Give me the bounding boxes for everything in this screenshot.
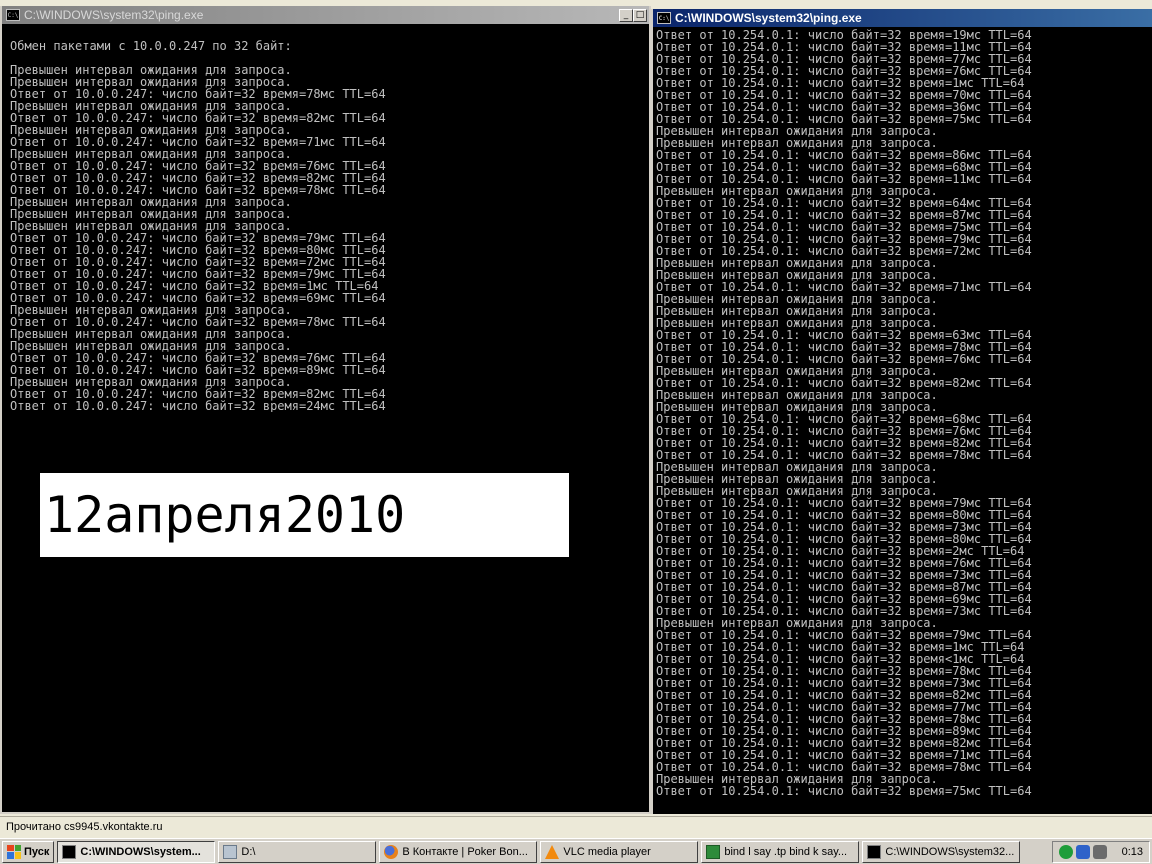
volume-icon[interactable]: [1092, 844, 1107, 859]
start-button[interactable]: Пуск: [2, 840, 55, 863]
minimize-button[interactable]: _: [619, 8, 633, 22]
taskbar-button-vlc[interactable]: VLC media player: [540, 840, 699, 863]
drive-icon: [223, 844, 238, 859]
ping-window-right[interactable]: C:\ C:\WINDOWS\system32\ping.exe Ответ о…: [651, 9, 1152, 814]
console-output: Ответ от 10.254.0.1: число байт=32 время…: [653, 27, 1152, 797]
cmd-icon: C:\: [657, 12, 671, 24]
taskbar-button-cmd-1[interactable]: C:\WINDOWS\system...: [57, 840, 216, 863]
ping-window-left[interactable]: C:\ C:\WINDOWS\system32\ping.exe _ □ Обм…: [0, 6, 651, 814]
taskbar-button-label: D:\: [241, 845, 256, 858]
console-output: Обмен пакетами с 10.0.0.247 по 32 байт: …: [2, 24, 649, 412]
firefox-icon: [384, 844, 399, 859]
taskbar: Пуск C:\WINDOWS\system... D:\ В Контакте…: [0, 838, 1152, 864]
system-tray: 0:13: [1051, 840, 1150, 863]
cmd-icon: [867, 844, 882, 859]
taskbar-button-label: C:\WINDOWS\system32...: [885, 845, 1015, 858]
network-icon[interactable]: [1075, 844, 1090, 859]
notepad-icon: [706, 844, 721, 859]
cmd-icon: [62, 844, 77, 859]
status-bar: Прочитано cs9945.vkontakte.ru: [0, 816, 1152, 838]
taskbar-button-label: bind l say .tp bind k say...: [724, 845, 848, 858]
window-title: C:\WINDOWS\system32\ping.exe: [24, 8, 204, 22]
clock[interactable]: 0:13: [1122, 846, 1143, 858]
window-title: C:\WINDOWS\system32\ping.exe: [675, 11, 862, 25]
taskbar-button-cmd-2[interactable]: C:\WINDOWS\system32...: [862, 840, 1021, 863]
start-label: Пуск: [24, 845, 50, 858]
taskbar-button-drive[interactable]: D:\: [218, 840, 377, 863]
taskbar-button-notepad[interactable]: bind l say .tp bind k say...: [701, 840, 860, 863]
cmd-icon: C:\: [6, 9, 20, 21]
date-overlay: 12апреля2010: [40, 473, 569, 557]
status-text: Прочитано cs9945.vkontakte.ru: [6, 821, 163, 833]
console-line: Ответ от 10.254.0.1: число байт=32 время…: [656, 784, 1032, 797]
taskbar-button-browser[interactable]: В Контакте | Poker Bon...: [379, 840, 538, 863]
status-icon[interactable]: [1058, 844, 1073, 859]
vlc-icon: [545, 844, 560, 859]
taskbar-button-label: В Контакте | Poker Bon...: [402, 845, 528, 858]
taskbar-button-label: VLC media player: [563, 845, 651, 858]
title-bar-left[interactable]: C:\ C:\WINDOWS\system32\ping.exe _ □: [2, 6, 649, 24]
console-line: Ответ от 10.0.0.247: число байт=32 время…: [10, 399, 386, 412]
console-line: Обмен пакетами с 10.0.0.247 по 32 байт:: [10, 39, 292, 53]
windows-logo-icon: [7, 844, 21, 859]
maximize-button[interactable]: □: [633, 8, 647, 22]
taskbar-button-label: C:\WINDOWS\system...: [80, 845, 201, 858]
title-bar-right[interactable]: C:\ C:\WINDOWS\system32\ping.exe: [653, 9, 1152, 27]
